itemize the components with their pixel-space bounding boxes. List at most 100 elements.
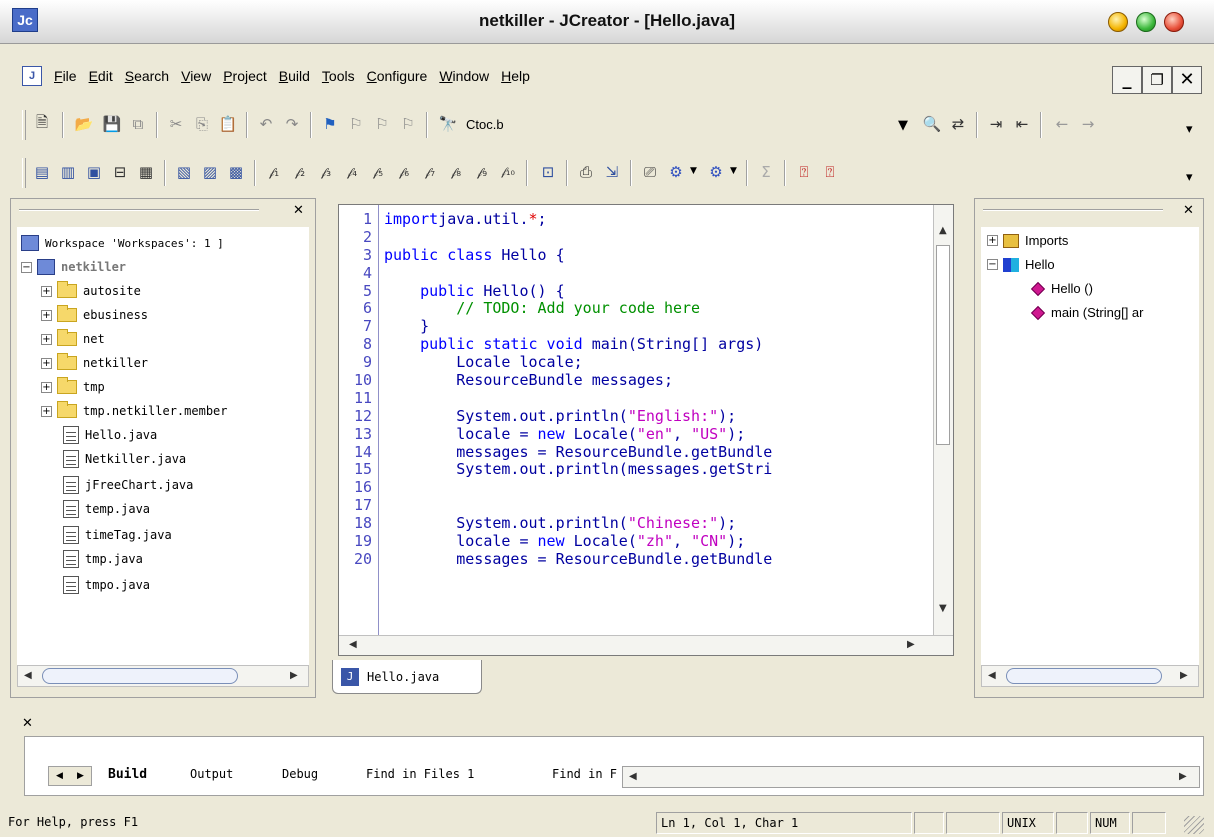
find-in-files-icon[interactable]: 🔍 [920, 112, 944, 136]
scroll-left-arrow-icon[interactable]: ◀ [349, 639, 357, 650]
scroll-down-arrow-icon[interactable]: ▼ [939, 603, 947, 614]
code-line[interactable]: ResourceBundle messages; [384, 371, 934, 390]
menu-help[interactable]: Help [495, 68, 536, 84]
scroll-left-arrow-icon[interactable]: ◀ [24, 670, 32, 681]
output-hscrollbar[interactable]: ◀ ▶ [622, 766, 1200, 788]
menu-window[interactable]: Window [433, 68, 495, 84]
tree-folder-tmp-netkiller-member[interactable]: + tmp.netkiller.member [41, 399, 228, 423]
user-tool-8-icon[interactable]: 𝒻₈ [444, 160, 468, 184]
output-tab-debug[interactable]: Debug [282, 760, 318, 788]
scroll-left-arrow-icon[interactable]: ◀ [988, 670, 996, 681]
user-tool-2-icon[interactable]: 𝒻₂ [288, 160, 312, 184]
code-line[interactable]: messages = ResourceBundle.getBundle [384, 550, 934, 569]
tree-file-tmpo[interactable]: tmpo.java [63, 573, 150, 597]
menu-view[interactable]: View [175, 68, 217, 84]
code-line[interactable]: Locale locale; [384, 353, 934, 372]
copy-icon[interactable]: ⎘ [190, 112, 214, 136]
save-icon[interactable]: 💾 [100, 112, 124, 136]
project-settings-icon[interactable]: ⚙ [664, 160, 688, 184]
code-line[interactable] [384, 390, 934, 408]
user-tool-9-icon[interactable]: 𝒻₉ [470, 160, 494, 184]
menu-file[interactable]: File [48, 68, 83, 84]
code-line[interactable]: locale = new Locale("zh", "CN"); [384, 532, 934, 551]
jdk-profile-dropdown-icon[interactable]: ▼ [730, 166, 737, 176]
user-tool-5-icon[interactable]: 𝒻₅ [366, 160, 390, 184]
navigate-forward-icon[interactable]: → [1076, 112, 1100, 136]
project-settings-dropdown-icon[interactable]: ▼ [690, 166, 697, 176]
new-file-icon[interactable]: 🗎 [30, 112, 54, 136]
tree-file-hello[interactable]: Hello.java [63, 423, 157, 447]
toolbar-overflow-chevron[interactable]: ▾ [1186, 170, 1193, 185]
class-wizard-icon[interactable]: ▨ [198, 160, 222, 184]
scroll-right-arrow-icon[interactable]: ▶ [1180, 670, 1188, 681]
tree-folder-tmp[interactable]: + tmp [41, 375, 105, 399]
file-view-icon[interactable]: ▣ [82, 160, 106, 184]
scroll-right-arrow-icon[interactable]: ▶ [290, 670, 298, 681]
outline-imports-node[interactable]: + Imports [987, 233, 1068, 248]
menu-configure[interactable]: Configure [361, 68, 434, 84]
collapse-icon[interactable]: − [987, 259, 998, 270]
debug-icon[interactable]: ⎚ [638, 160, 662, 184]
outline-close-icon[interactable]: ✕ [1183, 203, 1194, 218]
save-all-icon[interactable]: ⧉ [126, 112, 150, 136]
scroll-thumb[interactable] [42, 668, 238, 684]
workspace-hscrollbar[interactable]: ◀ ▶ [17, 665, 309, 687]
user-tool-10-icon[interactable]: 𝒻₁₀ [496, 160, 520, 184]
workspace-view-icon[interactable]: ▤ [30, 160, 54, 184]
next-bookmark-icon[interactable]: ⚐ [344, 112, 368, 136]
implement-interface-icon[interactable]: ▩ [224, 160, 248, 184]
editor-hscrollbar[interactable]: ◀ ▶ [339, 635, 953, 655]
expand-icon[interactable]: + [41, 381, 52, 393]
user-tool-1-icon[interactable]: 𝒻₁ [262, 160, 286, 184]
menu-tools[interactable]: Tools [316, 68, 361, 84]
find-binoculars-icon[interactable]: 🔭 [436, 112, 460, 136]
expand-icon[interactable]: + [987, 235, 998, 246]
tree-file-tmp[interactable]: tmp.java [63, 547, 143, 571]
code-line[interactable] [384, 479, 934, 497]
code-line[interactable]: // TODO: Add your code here [384, 300, 934, 318]
output-tab-scroller[interactable]: ◀ ▶ [48, 766, 92, 786]
outline-member-constructor[interactable]: Hello () [1030, 281, 1093, 296]
new-class-icon[interactable]: ▧ [172, 160, 196, 184]
tree-folder-netkiller[interactable]: + netkiller [41, 351, 148, 375]
indent-icon[interactable]: ⇥ [984, 112, 1008, 136]
scroll-thumb[interactable] [1006, 668, 1162, 684]
build-project-icon[interactable]: ⎙ [574, 160, 598, 184]
user-tool-4-icon[interactable]: 𝒻₄ [340, 160, 364, 184]
output-tab-output[interactable]: Output [190, 760, 233, 788]
expand-icon[interactable]: + [41, 405, 52, 417]
scroll-right-arrow-icon[interactable]: ▶ [907, 639, 915, 650]
compile-file-icon[interactable]: ⊡ [536, 160, 560, 184]
output-close-icon[interactable]: ✕ [22, 716, 33, 731]
editor-vscrollbar[interactable]: ▲ ▼ [933, 205, 953, 635]
code-line[interactable]: importjava.util.*; [384, 211, 934, 229]
menu-build[interactable]: Build [273, 68, 316, 84]
find-combo[interactable]: Ctoc.b [466, 112, 906, 136]
find-combo-dropdown-icon[interactable]: ▼ [898, 118, 908, 133]
previous-bookmark-icon[interactable]: ⚐ [370, 112, 394, 136]
document-system-menu-icon[interactable]: J [22, 66, 42, 86]
code-editor[interactable]: 1 2 3 4 5 6 7 8 9 10 11 12 13 14 15 16 1… [338, 204, 954, 656]
user-tool-7-icon[interactable]: 𝒻₇ [418, 160, 442, 184]
workspace-close-icon[interactable]: ✕ [293, 203, 304, 218]
context-help-icon[interactable]: ⍰ [818, 160, 842, 184]
expand-icon[interactable]: + [41, 333, 52, 345]
toggle-bookmark-icon[interactable]: ⚑ [318, 112, 342, 136]
execute-icon[interactable]: ⇲ [600, 160, 624, 184]
sum-icon[interactable]: Σ [754, 160, 778, 184]
tab-scroll-right-icon[interactable]: ▶ [77, 771, 84, 781]
scroll-right-arrow-icon[interactable]: ▶ [1179, 771, 1187, 782]
paste-icon[interactable]: 📋 [216, 112, 240, 136]
toolbar-grip[interactable] [22, 158, 26, 188]
toolbar-overflow-chevron[interactable]: ▾ [1186, 122, 1193, 137]
outline-member-main[interactable]: main (String[] ar [1030, 305, 1143, 320]
code-line[interactable]: public class Hello { [384, 246, 934, 265]
code-line[interactable]: } [384, 317, 934, 336]
tree-file-timetag[interactable]: timeTag.java [63, 523, 172, 547]
mdi-close-button[interactable]: ✕ [1172, 66, 1202, 94]
help-icon[interactable]: ⍰ [792, 160, 816, 184]
code-line[interactable]: public Hello() { [384, 282, 934, 301]
tab-scroll-left-icon[interactable]: ◀ [56, 771, 63, 781]
menu-search[interactable]: Search [119, 68, 175, 84]
tree-file-temp[interactable]: temp.java [63, 497, 150, 521]
